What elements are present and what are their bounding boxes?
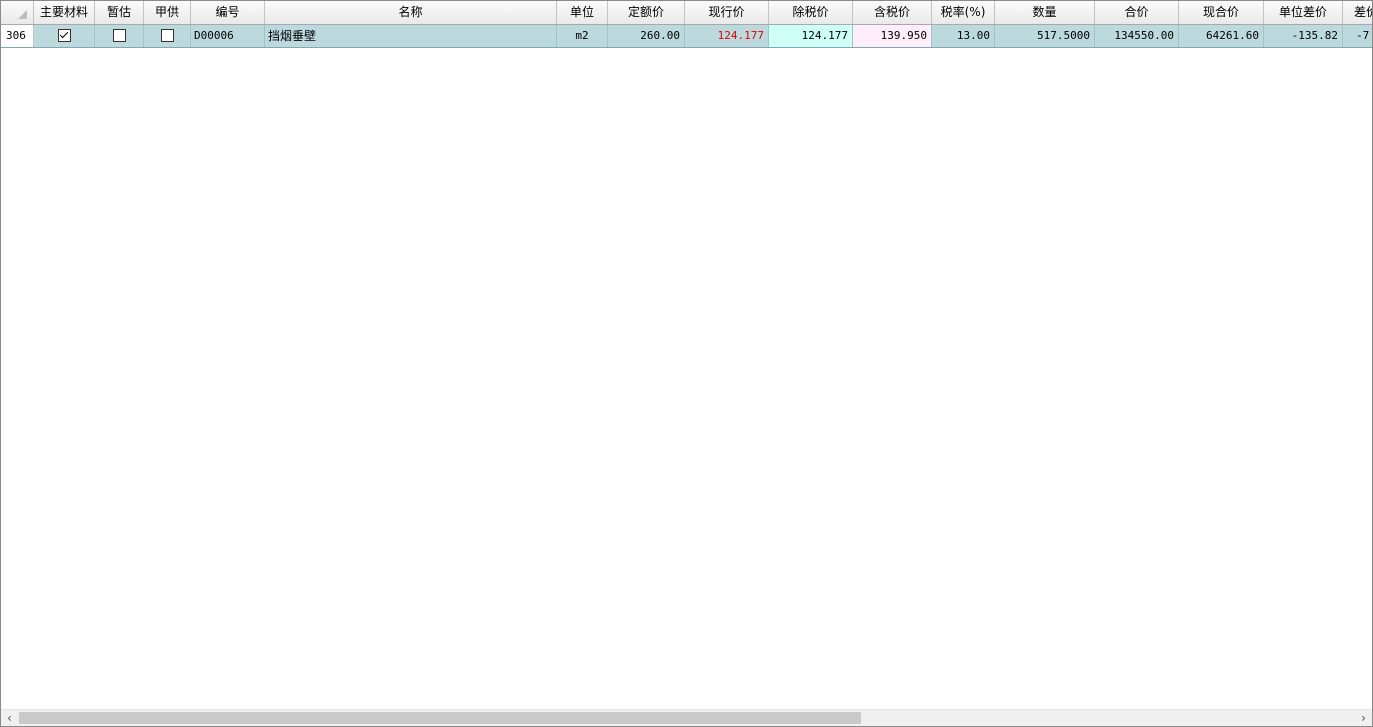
- unit-cell[interactable]: m2: [557, 25, 608, 47]
- current-total-cell[interactable]: 64261.60: [1179, 25, 1264, 47]
- price-incl-tax-cell[interactable]: 139.950: [853, 25, 932, 47]
- select-all-icon: [18, 10, 27, 19]
- provisional-checkbox-cell[interactable]: [95, 25, 144, 47]
- select-all-corner[interactable]: [1, 1, 34, 24]
- owner-supplied-checkbox[interactable]: [160, 28, 174, 42]
- col-header-provisional[interactable]: 暂估: [95, 1, 144, 24]
- material-price-grid: 主要材料 暂估 甲供 编号 名称 单位 定额价 现行价 除税价 含税价 税率(%…: [0, 0, 1373, 727]
- col-header-name[interactable]: 名称: [265, 1, 557, 24]
- col-header-current-total[interactable]: 现合价: [1179, 1, 1264, 24]
- col-header-quantity[interactable]: 数量: [995, 1, 1095, 24]
- table-row[interactable]: 306 D00006 挡烟垂壁 m2 260.00 124.177 124.17…: [1, 25, 1372, 48]
- col-header-unit[interactable]: 单位: [557, 1, 608, 24]
- col-header-unit-diff[interactable]: 单位差价: [1264, 1, 1343, 24]
- diff-cell[interactable]: -7: [1343, 25, 1372, 47]
- name-cell[interactable]: 挡烟垂壁: [265, 25, 557, 47]
- horizontal-scrollbar[interactable]: ‹ ›: [1, 709, 1372, 726]
- col-header-main-material[interactable]: 主要材料: [34, 1, 95, 24]
- quantity-cell[interactable]: 517.5000: [995, 25, 1095, 47]
- col-header-quota-price[interactable]: 定额价: [608, 1, 685, 24]
- col-header-code[interactable]: 编号: [191, 1, 265, 24]
- quota-price-cell[interactable]: 260.00: [608, 25, 685, 47]
- row-number[interactable]: 306: [1, 25, 34, 47]
- owner-supplied-checkbox-cell[interactable]: [144, 25, 191, 47]
- tax-rate-cell[interactable]: 13.00: [932, 25, 995, 47]
- col-header-tax-rate[interactable]: 税率(%): [932, 1, 995, 24]
- code-cell[interactable]: D00006: [191, 25, 265, 47]
- scroll-right-icon[interactable]: ›: [1355, 710, 1372, 726]
- main-material-checkbox[interactable]: [57, 28, 71, 42]
- col-header-price-excl-tax[interactable]: 除税价: [769, 1, 853, 24]
- col-header-current-price[interactable]: 现行价: [685, 1, 769, 24]
- provisional-checkbox[interactable]: [112, 28, 126, 42]
- price-excl-tax-cell[interactable]: 124.177: [769, 25, 853, 47]
- grid-header: 主要材料 暂估 甲供 编号 名称 单位 定额价 现行价 除税价 含税价 税率(%…: [1, 1, 1372, 25]
- unit-diff-cell[interactable]: -135.82: [1264, 25, 1343, 47]
- col-header-owner-supplied[interactable]: 甲供: [144, 1, 191, 24]
- current-price-cell[interactable]: 124.177: [685, 25, 769, 47]
- scrollbar-thumb[interactable]: [19, 712, 861, 724]
- scroll-left-icon[interactable]: ‹: [1, 710, 18, 726]
- col-header-diff[interactable]: 差价: [1343, 1, 1372, 24]
- col-header-total[interactable]: 合价: [1095, 1, 1179, 24]
- main-material-checkbox-cell[interactable]: [34, 25, 95, 47]
- col-header-price-incl-tax[interactable]: 含税价: [853, 1, 932, 24]
- total-cell[interactable]: 134550.00: [1095, 25, 1179, 47]
